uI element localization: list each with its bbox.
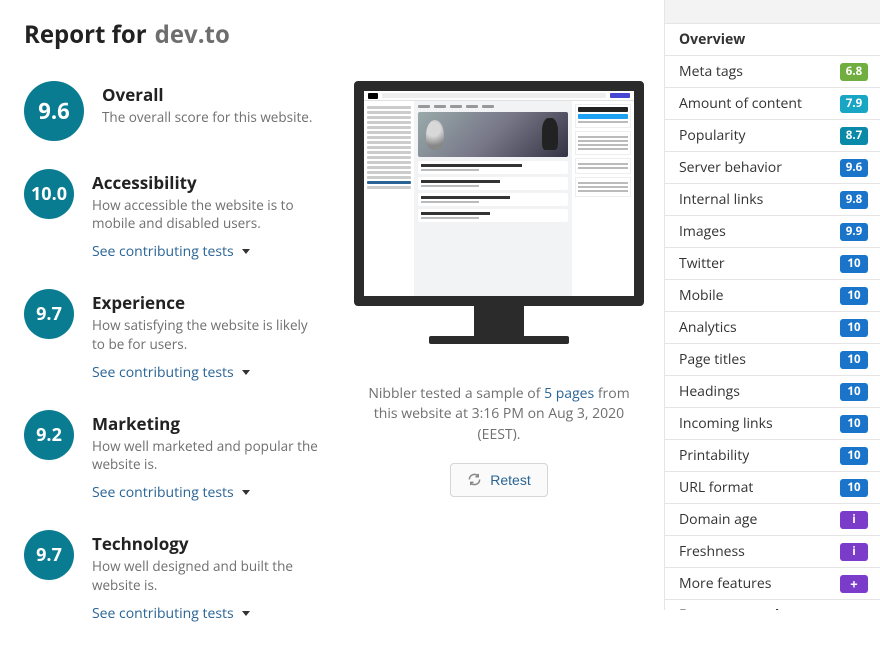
retest-button[interactable]: Retest bbox=[450, 463, 547, 497]
sidebar-item-popularity[interactable]: Popularity 8.7 bbox=[665, 120, 880, 152]
chevron-down-icon bbox=[242, 490, 250, 495]
score-badge: 9.7 bbox=[24, 530, 74, 580]
sidebar-item-label: Popularity bbox=[679, 126, 746, 145]
contributing-tests-link[interactable]: See contributing tests bbox=[92, 483, 250, 502]
sidebar-item-label: Printability bbox=[679, 446, 749, 465]
retest-label: Retest bbox=[490, 472, 530, 488]
page-title: Report for dev.to bbox=[24, 18, 644, 51]
chevron-down-icon bbox=[242, 611, 250, 616]
chevron-down-icon bbox=[242, 249, 250, 254]
score-marketing: 9.2 MarketingHow well marketed and popula… bbox=[24, 410, 344, 502]
sidebar-item-mobile[interactable]: Mobile 10 bbox=[665, 280, 880, 312]
score-desc: How well marketed and popular the websit… bbox=[92, 437, 322, 473]
score-badge: 10 bbox=[840, 447, 868, 465]
score-experience: 9.7 ExperienceHow satisfying the website … bbox=[24, 289, 344, 381]
score-badge: 7.9 bbox=[840, 95, 868, 113]
sidebar-item-label: Freshness bbox=[679, 542, 745, 561]
score-badge: 10 bbox=[840, 415, 868, 433]
sidebar-item-twitter[interactable]: Twitter 10 bbox=[665, 248, 880, 280]
sidebar-item-label: URL format bbox=[679, 478, 753, 497]
score-heading: Accessibility bbox=[92, 171, 322, 194]
score-badge: i bbox=[840, 511, 868, 529]
sidebar-item-label: Headings bbox=[679, 382, 740, 401]
sidebar-item-label: Meta tags bbox=[679, 62, 743, 81]
score-desc: The overall score for this website. bbox=[102, 108, 312, 126]
score-overall: 9.6 Overall The overall score for this web… bbox=[24, 81, 344, 141]
sidebar-item-more-features[interactable]: More features + bbox=[665, 568, 880, 600]
sidebar-footer: 5 pages tested bbox=[665, 600, 880, 610]
preview-column: Nibbler tested a sample of 5 pages from … bbox=[354, 81, 644, 651]
score-technology: 9.7 TechnologyHow well designed and built… bbox=[24, 530, 344, 622]
refresh-icon bbox=[467, 472, 482, 487]
sidebar-item-amount-of-content[interactable]: Amount of content 7.9 bbox=[665, 88, 880, 120]
score-badge: 9.8 bbox=[840, 191, 868, 209]
contributing-tests-link[interactable]: See contributing tests bbox=[92, 242, 250, 261]
sidebar-item-freshness[interactable]: Freshness i bbox=[665, 536, 880, 568]
score-desc: How well designed and built the website … bbox=[92, 557, 322, 593]
scores-column: 9.6 Overall The overall score for this web… bbox=[24, 81, 344, 651]
score-desc: How accessible the website is to mobile … bbox=[92, 196, 322, 232]
title-prefix: Report for bbox=[24, 18, 147, 51]
title-domain: dev.to bbox=[155, 18, 230, 51]
sidebar-item-domain-age[interactable]: Domain age i bbox=[665, 504, 880, 536]
sidebar-item-label: Amount of content bbox=[679, 94, 802, 113]
sidebar-item-url-format[interactable]: URL format 10 bbox=[665, 472, 880, 504]
score-badge: 9.7 bbox=[24, 289, 74, 339]
sidebar-item-incoming-links[interactable]: Incoming links 10 bbox=[665, 408, 880, 440]
score-accessibility: 10.0 AccessibilityHow accessible the webs… bbox=[24, 169, 344, 261]
sidebar-item-page-titles[interactable]: Page titles 10 bbox=[665, 344, 880, 376]
sidebar-item-internal-links[interactable]: Internal links 9.8 bbox=[665, 184, 880, 216]
sidebar-item-label: Twitter bbox=[679, 254, 725, 273]
sidebar-item-label: More features bbox=[679, 574, 771, 593]
sidebar-item-label: Server behavior bbox=[679, 158, 782, 177]
sidebar-item-label: Mobile bbox=[679, 286, 724, 305]
score-badge: 9.6 bbox=[840, 159, 868, 177]
sidebar-item-images[interactable]: Images 9.9 bbox=[665, 216, 880, 248]
sidebar: Overview Meta tags 6.8 Amount of content 7.… bbox=[664, 0, 880, 610]
score-badge: 9.6 bbox=[24, 81, 84, 141]
sidebar-item-server-behavior[interactable]: Server behavior 9.6 bbox=[665, 152, 880, 184]
score-heading: Experience bbox=[92, 291, 322, 314]
sidebar-item-label: Domain age bbox=[679, 510, 757, 529]
sidebar-overview[interactable]: Overview bbox=[665, 24, 880, 56]
pages-link[interactable]: 5 pages bbox=[544, 384, 594, 403]
score-heading: Overall bbox=[102, 83, 312, 106]
score-heading: Marketing bbox=[92, 412, 322, 435]
score-heading: Technology bbox=[92, 532, 322, 555]
score-badge: 10 bbox=[840, 287, 868, 305]
sidebar-item-label: Images bbox=[679, 222, 726, 241]
sidebar-item-label: Page titles bbox=[679, 350, 746, 369]
score-badge: 8.7 bbox=[840, 127, 868, 145]
score-badge: i bbox=[840, 543, 868, 561]
sidebar-item-label: Analytics bbox=[679, 318, 737, 337]
score-badge: 10 bbox=[840, 255, 868, 273]
chevron-down-icon bbox=[242, 370, 250, 375]
contributing-tests-link[interactable]: See contributing tests bbox=[92, 363, 250, 382]
sidebar-item-label: Internal links bbox=[679, 190, 763, 209]
score-badge: 10 bbox=[840, 351, 868, 369]
sidebar-item-printability[interactable]: Printability 10 bbox=[665, 440, 880, 472]
sidebar-item-meta-tags[interactable]: Meta tags 6.8 bbox=[665, 56, 880, 88]
contributing-tests-link[interactable]: See contributing tests bbox=[92, 604, 250, 623]
score-badge: 9.9 bbox=[840, 223, 868, 241]
score-badge: 10 bbox=[840, 479, 868, 497]
score-desc: How satisfying the website is likely to … bbox=[92, 316, 322, 352]
score-badge: 10 bbox=[840, 383, 868, 401]
sidebar-item-headings[interactable]: Headings 10 bbox=[665, 376, 880, 408]
site-preview-monitor bbox=[354, 81, 644, 344]
score-badge: 9.2 bbox=[24, 410, 74, 460]
score-badge: + bbox=[840, 575, 868, 593]
sidebar-item-analytics[interactable]: Analytics 10 bbox=[665, 312, 880, 344]
score-badge: 10.0 bbox=[24, 169, 74, 219]
sidebar-item-label: Incoming links bbox=[679, 414, 773, 433]
score-badge: 6.8 bbox=[840, 63, 868, 81]
preview-caption: Nibbler tested a sample of 5 pages from … bbox=[359, 384, 639, 445]
score-badge: 10 bbox=[840, 319, 868, 337]
